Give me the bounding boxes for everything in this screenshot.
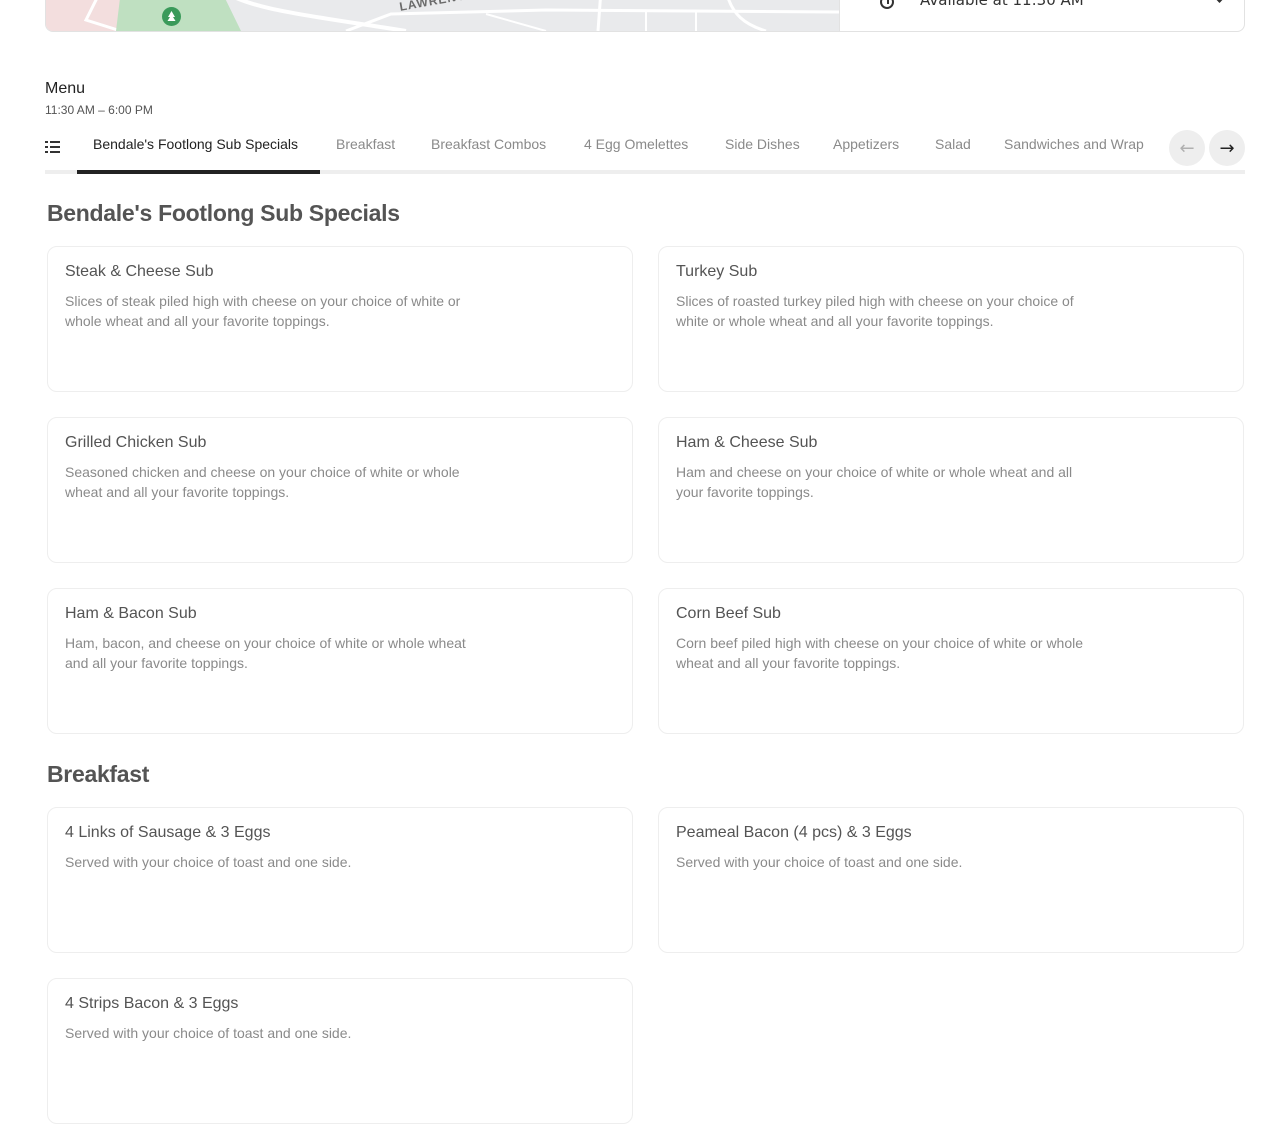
- list-icon[interactable]: [45, 139, 61, 153]
- park-icon: [162, 7, 181, 26]
- tab-footlong-sub-specials[interactable]: Bendale's Footlong Sub Specials: [93, 136, 298, 152]
- menu-hours: 11:30 AM – 6:00 PM: [45, 103, 153, 117]
- item-description: Slices of roasted turkey piled high with…: [676, 293, 1074, 329]
- item-name: Turkey Sub: [676, 263, 758, 280]
- item-description: Seasoned chicken and cheese on your choi…: [65, 464, 460, 500]
- clock-icon: [880, 0, 894, 9]
- item-name: Ham & Cheese Sub: [676, 434, 818, 451]
- tab-sandwiches-and-wrap[interactable]: Sandwiches and Wrap: [1004, 136, 1144, 152]
- section-title-breakfast: Breakfast: [47, 761, 150, 787]
- menu-item-card[interactable]: Peameal Bacon (4 pcs) & 3 Eggs Served wi…: [658, 807, 1244, 953]
- arrow-left-icon: ←: [1179, 137, 1195, 159]
- item-name: Steak & Cheese Sub: [65, 263, 214, 280]
- menu-item-card[interactable]: 4 Strips Bacon & 3 Eggs Served with your…: [47, 978, 633, 1124]
- tab-breakfast[interactable]: Breakfast: [336, 136, 395, 152]
- chevron-down-icon: [1213, 0, 1226, 3]
- item-description: Ham, bacon, and cheese on your choice of…: [65, 635, 466, 671]
- item-description: Served with your choice of toast and one…: [65, 854, 352, 870]
- item-name: Corn Beef Sub: [676, 605, 781, 622]
- tab-salad[interactable]: Salad: [935, 136, 971, 152]
- scroll-tabs-right-button[interactable]: →: [1209, 130, 1245, 166]
- menu-item-card[interactable]: Ham & Cheese Sub Ham and cheese on your …: [658, 417, 1244, 563]
- item-description: Corn beef piled high with cheese on your…: [676, 635, 1084, 671]
- menu-item-card[interactable]: Steak & Cheese Sub Slices of steak piled…: [47, 246, 633, 392]
- tab-side-dishes[interactable]: Side Dishes: [725, 136, 800, 152]
- item-description: Slices of steak piled high with cheese o…: [65, 293, 461, 329]
- store-info-strip: LAWRENC Available at 11:30 AM: [45, 0, 1245, 32]
- menu-item-card[interactable]: Turkey Sub Slices of roasted turkey pile…: [658, 246, 1244, 392]
- menu-item-card[interactable]: Ham & Bacon Sub Ham, bacon, and cheese o…: [47, 588, 633, 734]
- item-name: Peameal Bacon (4 pcs) & 3 Eggs: [676, 824, 912, 841]
- tab-appetizers[interactable]: Appetizers: [833, 136, 899, 152]
- scroll-tabs-left-button[interactable]: ←: [1169, 130, 1205, 166]
- store-map[interactable]: LAWRENC: [46, 0, 839, 31]
- arrow-right-icon: →: [1219, 137, 1235, 159]
- active-tab-indicator: [77, 170, 320, 174]
- menu-item-card[interactable]: 4 Links of Sausage & 3 Eggs Served with …: [47, 807, 633, 953]
- item-description: Served with your choice of toast and one…: [65, 1025, 352, 1041]
- category-tabs: Bendale's Footlong Sub Specials Breakfas…: [45, 124, 1245, 174]
- item-name: Grilled Chicken Sub: [65, 434, 207, 451]
- item-description: Served with your choice of toast and one…: [676, 854, 963, 870]
- menu-item-card[interactable]: Corn Beef Sub Corn beef piled high with …: [658, 588, 1244, 734]
- menu-item-card[interactable]: Grilled Chicken Sub Seasoned chicken and…: [47, 417, 633, 563]
- item-name: Ham & Bacon Sub: [65, 605, 197, 622]
- availability-label: Available at 11:30 AM: [920, 0, 1084, 9]
- tab-4-egg-omelettes[interactable]: 4 Egg Omelettes: [584, 136, 688, 152]
- item-name: 4 Strips Bacon & 3 Eggs: [65, 995, 239, 1012]
- availability-selector[interactable]: Available at 11:30 AM: [839, 0, 1244, 31]
- menu-title: Menu: [45, 80, 86, 97]
- item-name: 4 Links of Sausage & 3 Eggs: [65, 824, 271, 841]
- item-description: Ham and cheese on your choice of white o…: [676, 464, 1073, 500]
- tab-breakfast-combos[interactable]: Breakfast Combos: [431, 136, 546, 152]
- section-title-footlong-sub-specials: Bendale's Footlong Sub Specials: [47, 200, 400, 226]
